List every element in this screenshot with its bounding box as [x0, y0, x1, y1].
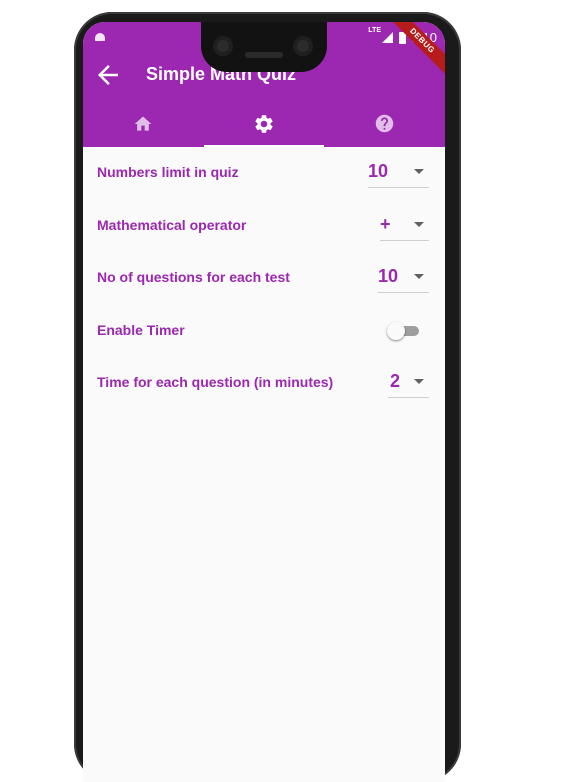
numbers-limit-label: Numbers limit in quiz	[97, 164, 239, 180]
tab-home[interactable]	[83, 100, 204, 147]
timer-label: Enable Timer	[97, 321, 185, 338]
question-count-value: 10	[378, 266, 399, 286]
toggle-thumb	[387, 321, 405, 340]
dropdown-arrow-icon	[414, 221, 424, 227]
back-button[interactable]	[93, 60, 123, 90]
camera-notch	[201, 22, 327, 72]
earpiece-speaker	[245, 52, 283, 58]
tab-settings[interactable]	[203, 100, 325, 147]
question-count-dropdown[interactable]: 10	[378, 258, 429, 293]
tab-bar	[83, 100, 445, 147]
setting-operator: Mathematical operator +	[83, 200, 445, 253]
tab-help[interactable]	[324, 100, 445, 147]
timer-toggle[interactable]	[387, 321, 419, 340]
help-icon	[374, 113, 395, 134]
signal-icon	[381, 32, 393, 43]
operator-dropdown[interactable]: +	[380, 206, 429, 241]
numbers-limit-value: 10	[368, 161, 389, 181]
app-screen: LTE 2:10 DEBUG Simple Math Quiz	[83, 22, 445, 782]
operator-label: Mathematical operator	[97, 216, 247, 233]
setting-time-per-question: Time for each question (in minutes) 2	[83, 357, 445, 410]
front-camera-right	[293, 36, 313, 56]
android-icon	[95, 33, 105, 41]
numbers-limit-dropdown[interactable]: 10	[368, 153, 429, 188]
settings-list: Numbers limit in quiz 10 Mathematical op…	[83, 147, 445, 410]
back-arrow-icon	[98, 65, 118, 85]
dropdown-arrow-icon	[414, 169, 424, 174]
setting-question-count: No of questions for each test 10	[83, 252, 445, 305]
gear-icon	[253, 113, 275, 135]
front-camera-left	[213, 36, 233, 56]
operator-value: +	[380, 213, 391, 234]
network-type: LTE	[368, 27, 381, 34]
question-count-label: No of questions for each test	[97, 269, 290, 285]
time-per-question-dropdown[interactable]: 2	[388, 363, 429, 398]
dropdown-arrow-icon	[414, 379, 424, 384]
time-per-question-label: Time for each question (in minutes)	[97, 374, 334, 390]
dropdown-arrow-icon	[414, 274, 424, 279]
time-per-question-value: 2	[390, 371, 401, 391]
setting-numbers-limit: Numbers limit in quiz 10	[83, 147, 445, 200]
setting-timer: Enable Timer	[83, 305, 445, 358]
home-icon	[133, 114, 153, 134]
